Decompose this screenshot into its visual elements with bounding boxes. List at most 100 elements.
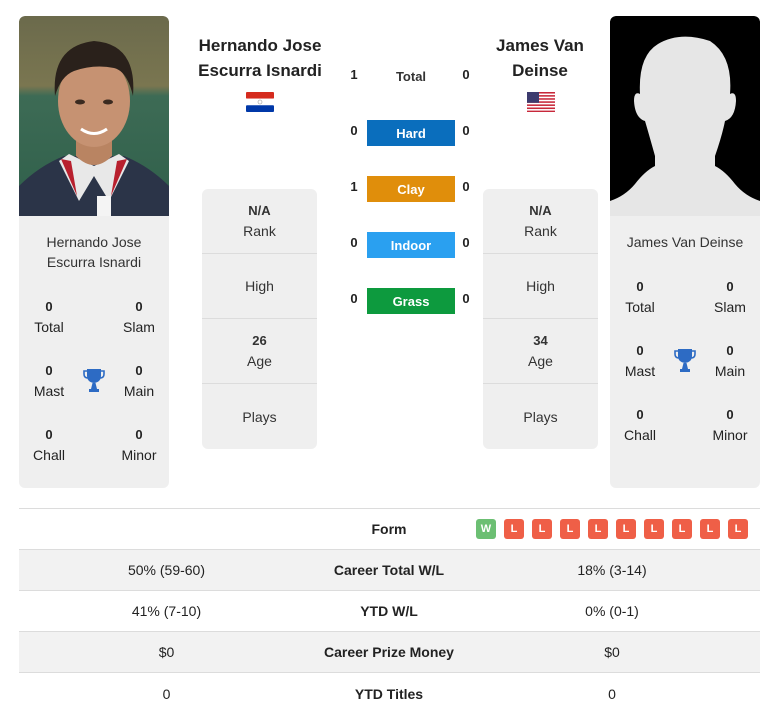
player2-header-name[interactable]: James Van Deinse (470, 33, 610, 83)
surface-grass-button[interactable]: Grass (367, 288, 455, 314)
stat-value: 0 (45, 363, 53, 378)
h2h-clay-p2: 0 (462, 179, 470, 194)
stat-label: Total (625, 299, 655, 315)
h2h-hard-p2: 0 (462, 123, 470, 138)
player2-stat-mast: 0 Mast (610, 341, 670, 381)
row-label: YTD Titles (354, 685, 424, 702)
h2h-hard-p1: 0 (350, 123, 358, 138)
rank-value: N/A (248, 203, 271, 218)
player1-info-column: N/A Rank High 26 Age Plays (202, 189, 317, 449)
table-row-ytd-wl: 41% (7-10) YTD W/L 0% (0-1) (19, 591, 760, 632)
form-badge[interactable]: W (476, 519, 496, 539)
table-row-prize-money: $0 Career Prize Money $0 (19, 632, 760, 673)
player1-high: High (202, 254, 317, 319)
p2-value: 0% (0-1) (585, 603, 639, 619)
trophy-icon (673, 347, 697, 373)
stat-label: Minor (712, 427, 748, 443)
paraguay-flag-icon (246, 92, 274, 112)
h2h-clay-p1: 1 (350, 179, 358, 194)
stat-label: Main (123, 383, 155, 399)
h2h-indoor-p1: 0 (350, 235, 358, 250)
form-badge[interactable]: L (616, 519, 636, 539)
surface-hard-button[interactable]: Hard (367, 120, 455, 146)
player1-header-line1: Hernando Jose (198, 36, 322, 55)
player1-stat-total: 0 Total (19, 297, 79, 337)
stat-label: Total (34, 319, 64, 335)
trophy-icon (82, 367, 106, 393)
stat-value: 0 (726, 279, 734, 294)
p1-value: 41% (7-10) (131, 603, 202, 619)
player1-age: 26 Age (202, 319, 317, 384)
h2h-grass-p1: 0 (350, 291, 358, 306)
stat-value: 0 (636, 343, 644, 358)
player1-card-name-line2: Escurra Isnardi (46, 254, 142, 270)
stat-label: Mast (33, 383, 65, 399)
form-badge[interactable]: L (560, 519, 580, 539)
age-value: 26 (252, 333, 267, 348)
form-badge[interactable]: L (644, 519, 664, 539)
player2-plays: Plays (483, 384, 598, 449)
stat-label: Slam (714, 299, 746, 315)
form-badge[interactable]: L (672, 519, 692, 539)
form-badges: W L L L L L L L L L (464, 519, 760, 539)
stat-value: 0 (636, 279, 644, 294)
player2-info-column: N/A Rank High 34 Age Plays (483, 189, 598, 449)
stat-value: 0 (45, 299, 53, 314)
high-label: High (526, 278, 555, 294)
surface-clay-button[interactable]: Clay (367, 176, 455, 202)
player2-stat-minor: 0 Minor (700, 405, 760, 445)
plays-label: Plays (242, 408, 277, 425)
form-badge[interactable]: L (532, 519, 552, 539)
player1-stat-main: 0 Main (109, 361, 169, 401)
player1-stat-mast: 0 Mast (19, 361, 79, 401)
p1-value: 0 (162, 685, 171, 702)
form-badge[interactable]: L (700, 519, 720, 539)
p1-value: 50% (59-60) (127, 562, 206, 578)
form-badge[interactable]: L (504, 519, 524, 539)
form-badge[interactable]: L (588, 519, 608, 539)
stat-label: Minor (121, 447, 157, 463)
h2h-indoor-p2: 0 (462, 235, 470, 250)
p2-value: $0 (604, 644, 620, 660)
player2-photo-placeholder (610, 16, 760, 216)
plays-label: Plays (523, 408, 558, 425)
h2h-grass-p2: 0 (462, 291, 470, 306)
player1-stat-minor: 0 Minor (109, 425, 169, 465)
p2-value: 18% (3-14) (577, 562, 647, 578)
p2-value: 0 (608, 685, 616, 702)
player1-stat-chall: 0 Chall (19, 425, 79, 465)
form-row: Form W L L L L L L L L L (19, 509, 760, 550)
player1-plays: Plays (202, 384, 317, 449)
form-badge[interactable]: L (728, 519, 748, 539)
stat-value: 0 (135, 427, 143, 442)
player2-card: James Van Deinse 0 Total 0 Slam 0 Mast 0… (610, 16, 760, 488)
stat-value: 0 (45, 427, 53, 442)
player2-stat-slam: 0 Slam (700, 277, 760, 317)
p1-value: $0 (158, 644, 175, 660)
comparison-table: Form W L L L L L L L L L 50% (59-60) Car… (19, 508, 760, 714)
table-row-ytd-titles: 0 YTD Titles 0 (19, 673, 760, 714)
stat-label: Main (714, 363, 746, 379)
player2-stat-main: 0 Main (700, 341, 760, 381)
table-row-career-wl: 50% (59-60) Career Total W/L 18% (3-14) (19, 550, 760, 591)
player2-card-name: James Van Deinse (626, 234, 744, 250)
surface-indoor-button[interactable]: Indoor (367, 232, 455, 258)
stat-label: Chall (33, 447, 65, 463)
age-label: Age (247, 353, 272, 369)
stat-value: 0 (135, 363, 143, 378)
player2-high: High (483, 254, 598, 319)
row-label: Career Prize Money (324, 644, 454, 660)
player2-header-line2: Deinse (512, 61, 568, 80)
stat-label: Chall (624, 427, 656, 443)
player2-header-line1: James Van (496, 36, 584, 55)
row-label: YTD W/L (360, 603, 418, 619)
h2h-total-label: Total (395, 69, 427, 84)
player1-header-name[interactable]: Hernando Jose Escurra Isnardi (185, 33, 335, 83)
usa-flag-icon (527, 92, 555, 112)
stat-value: 0 (726, 407, 734, 422)
age-label: Age (528, 353, 553, 369)
player1-card-name-line1: Hernando Jose (46, 234, 142, 250)
player1-rank: N/A Rank (202, 189, 317, 254)
stat-value: 0 (135, 299, 143, 314)
player2-age: 34 Age (483, 319, 598, 384)
